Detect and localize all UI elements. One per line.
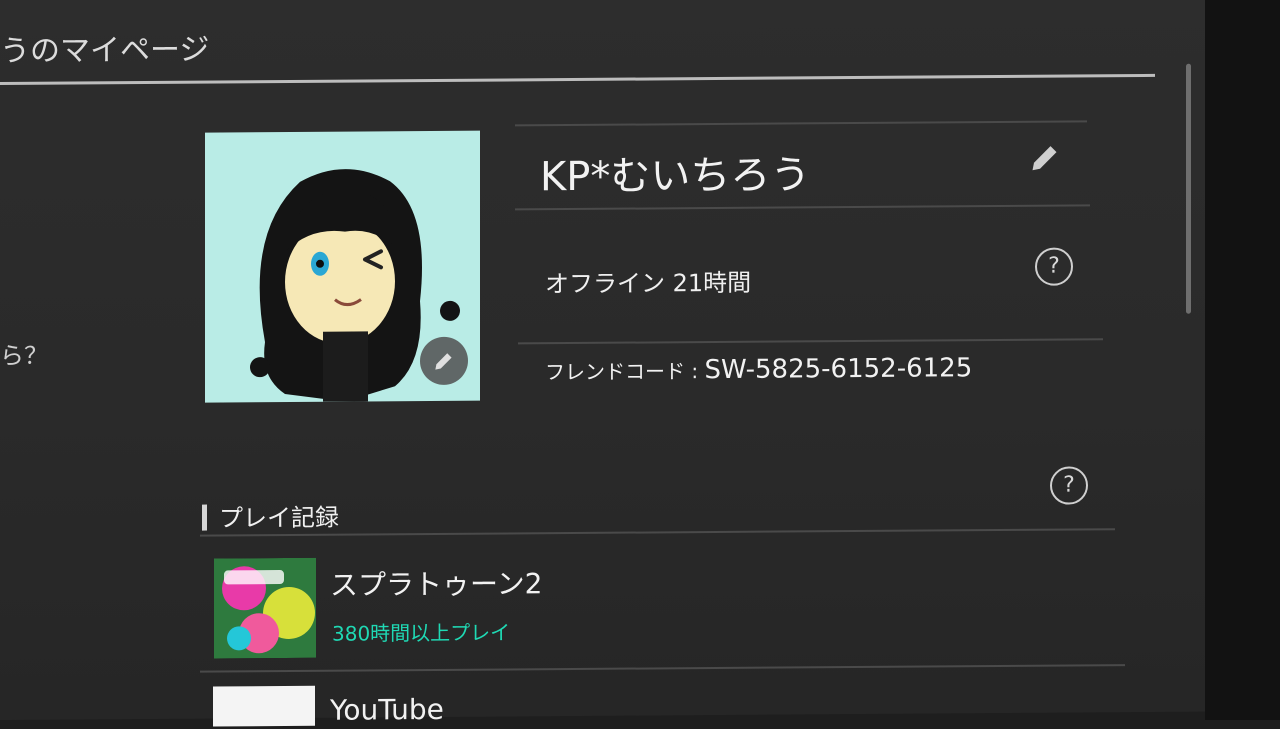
scrollbar[interactable] [1186, 63, 1191, 314]
screen: うのマイページ ら？ KP*むいちろう オフライン 21時間 ? フレンドコード… [0, 0, 1210, 727]
friend-code-value: SW-5825-6152-6125 [704, 353, 973, 386]
play-record-label: プレイ記録 [219, 503, 339, 533]
title-divider [0, 73, 1155, 85]
online-status: オフライン 21時間 [545, 268, 752, 299]
friend-code-label: フレンドコード : [545, 359, 705, 385]
device-bezel [1205, 0, 1280, 720]
game-title: スプラトゥーン2 [330, 567, 543, 602]
pencil-edit-icon [435, 353, 452, 370]
help-question-icon: ? [1063, 472, 1075, 498]
friend-code: フレンドコード : SW-5825-6152-6125 [545, 353, 972, 386]
play-record-heading: プレイ記録 [202, 498, 339, 534]
username-edit-button[interactable] [1028, 139, 1064, 175]
divider [200, 664, 1125, 673]
status-help-button[interactable]: ? [1035, 247, 1073, 286]
divider [515, 120, 1087, 127]
username: KP*むいちろう [540, 152, 811, 201]
play-record-help-button[interactable]: ? [1050, 466, 1088, 505]
avatar-edit-button[interactable] [420, 336, 468, 386]
game-playtime: 380時間以上プレイ [332, 620, 511, 646]
pencil-edit-icon [1032, 146, 1057, 171]
game-title: YouTube [330, 692, 444, 727]
sidebar-text: ら？ [0, 341, 48, 370]
divider [518, 338, 1103, 345]
youtube-icon [213, 685, 315, 727]
section-marker [202, 504, 207, 531]
page-title: うのマイページ [0, 32, 210, 69]
help-question-icon: ? [1048, 253, 1060, 279]
splatoon-2-icon [214, 557, 316, 659]
divider [515, 204, 1090, 211]
